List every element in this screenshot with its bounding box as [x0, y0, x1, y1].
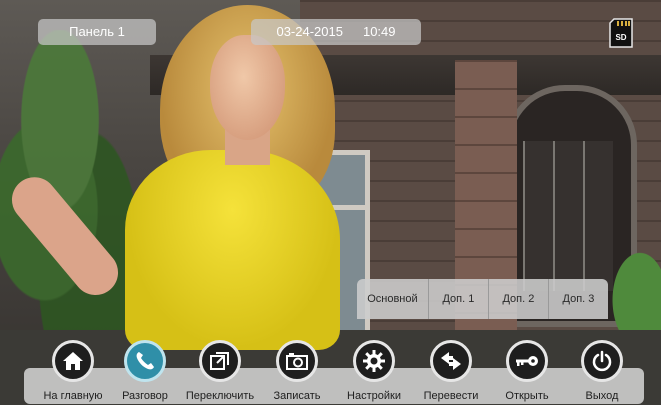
- exit-label: Выход: [585, 390, 619, 402]
- transfer-label: Перевести: [423, 390, 479, 402]
- open-door-label: Открыть: [505, 390, 549, 402]
- talk-button[interactable]: Разговор: [105, 340, 185, 405]
- datetime-display: 03-24-2015 10:49: [251, 19, 421, 45]
- sd-card-icon: SD: [609, 18, 633, 48]
- camera-icon: [286, 353, 308, 370]
- home-label: На главную: [43, 390, 103, 402]
- switch-icon: [210, 352, 229, 370]
- open-door-button[interactable]: Открыть: [487, 340, 567, 405]
- sd-label: SD: [615, 33, 626, 42]
- transfer-button[interactable]: Перевести: [411, 340, 491, 405]
- date-text: 03-24-2015: [276, 24, 343, 39]
- submenu-item-extra-2[interactable]: Доп. 2: [487, 279, 548, 319]
- intercom-screen: Панель 1 03-24-2015 10:49 SD Основной Доп…: [0, 0, 661, 405]
- settings-label: Настройки: [347, 390, 401, 402]
- gear-icon: [363, 350, 385, 372]
- record-button[interactable]: Записать: [257, 340, 337, 405]
- submenu-item-extra-3[interactable]: Доп. 3: [547, 279, 608, 319]
- home-button[interactable]: На главную: [33, 340, 113, 405]
- settings-button[interactable]: Настройки: [334, 340, 414, 405]
- talk-label: Разговор: [122, 390, 168, 402]
- switch-label: Переключить: [185, 390, 255, 402]
- phone-icon: [136, 352, 154, 370]
- visitor-face: [210, 35, 285, 140]
- submenu-item-extra-1[interactable]: Доп. 1: [427, 279, 488, 319]
- source-submenu: Основной Доп. 1 Доп. 2 Доп. 3: [357, 279, 608, 319]
- record-label: Записать: [273, 390, 321, 402]
- switch-button[interactable]: Переключить: [180, 340, 260, 405]
- home-icon: [63, 352, 83, 370]
- panel-label: Панель 1: [38, 19, 156, 45]
- submenu-item-main[interactable]: Основной: [357, 279, 428, 319]
- transfer-icon: [441, 352, 461, 370]
- exit-button[interactable]: Выход: [562, 340, 642, 405]
- visitor-body: [125, 150, 340, 350]
- power-icon: [592, 350, 612, 372]
- key-icon: [516, 356, 538, 366]
- time-text: 10:49: [362, 24, 396, 39]
